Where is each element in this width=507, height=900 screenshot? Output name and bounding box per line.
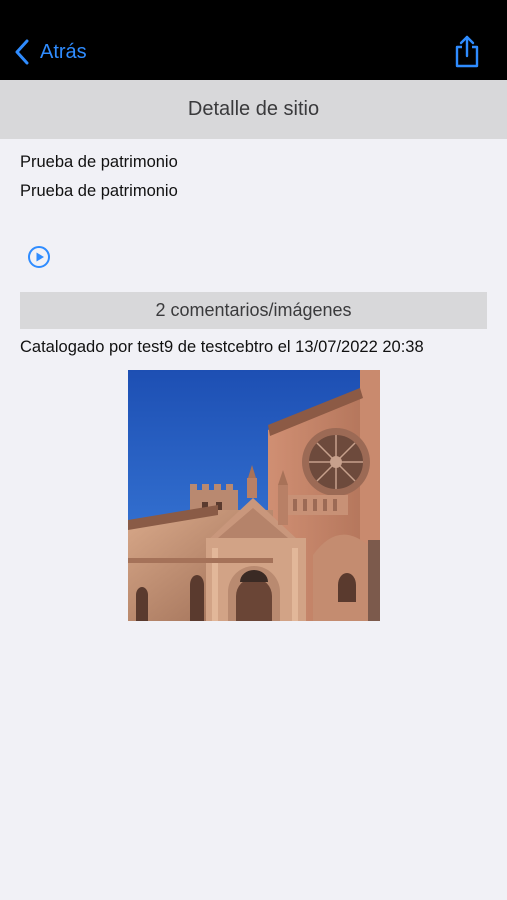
share-icon (455, 35, 479, 68)
comments-images-button[interactable]: 2 comentarios/imágenes (20, 292, 487, 329)
page-title: Detalle de sitio (0, 80, 507, 139)
navigation-bar: Atrás (0, 0, 507, 80)
back-button[interactable]: Atrás (14, 36, 87, 68)
play-circle-icon (28, 246, 50, 268)
cathedral-photo[interactable] (128, 370, 380, 621)
catalog-info: Catalogado por test9 de testcebtro el 13… (20, 338, 424, 356)
audio-play-button[interactable] (27, 245, 51, 269)
site-description: Prueba de patrimonio (20, 182, 178, 200)
chevron-left-icon (15, 39, 29, 65)
site-name: Prueba de patrimonio (20, 153, 178, 171)
cathedral-image (128, 370, 380, 621)
back-label: Atrás (40, 40, 87, 63)
share-button[interactable] (453, 34, 481, 68)
